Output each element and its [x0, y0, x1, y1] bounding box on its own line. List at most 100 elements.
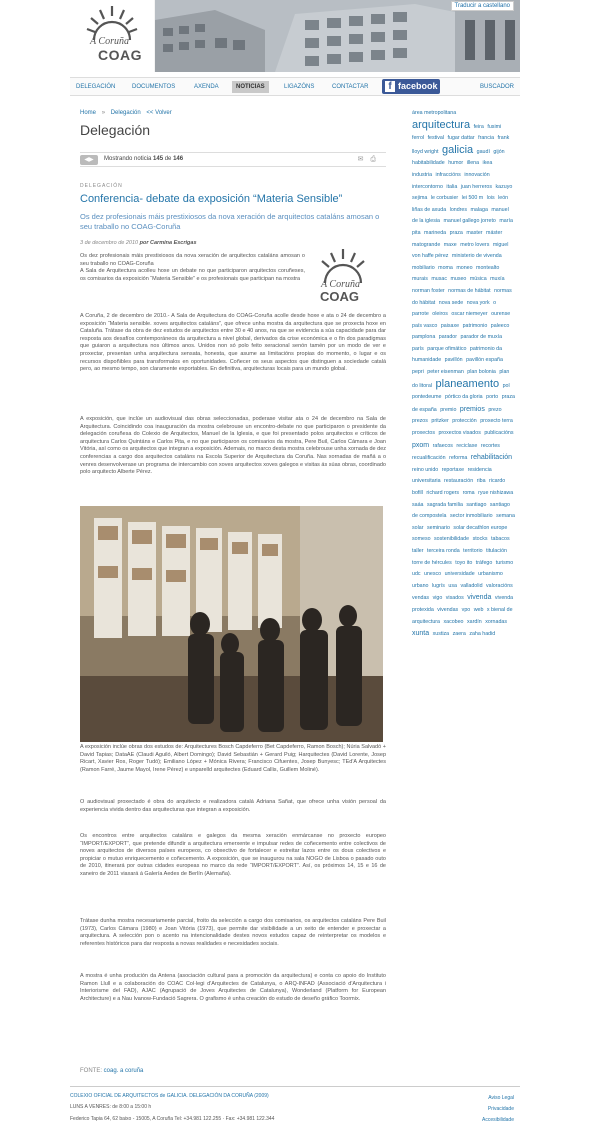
tag-link[interactable]: saáa	[412, 502, 424, 508]
tag-link[interactable]: norman foster	[412, 288, 445, 294]
tag-link[interactable]: moma	[438, 265, 453, 271]
tag-link[interactable]: seminario	[427, 525, 450, 531]
tag-link[interactable]: recortes	[481, 443, 500, 449]
tag-link[interactable]: lois	[487, 195, 495, 201]
tag-link[interactable]: prezos	[412, 418, 428, 424]
tag-link[interactable]: oleiros	[432, 311, 448, 317]
footer-org[interactable]: COLEXIO OFICIAL DE ARQUITECTOS de GALICI…	[70, 1093, 520, 1099]
tag-link[interactable]: territorio	[463, 548, 482, 554]
tag-link[interactable]: país vasco	[412, 323, 437, 329]
tag-link[interactable]: vpo	[462, 607, 471, 613]
tag-link[interactable]: roma	[463, 490, 475, 496]
tag-link[interactable]: feira	[474, 124, 484, 130]
tag-link[interactable]: universidade	[445, 571, 475, 577]
breadcrumb-current[interactable]: Delegación	[111, 110, 141, 116]
tag-link[interactable]: tráfego	[476, 560, 493, 566]
tag-link[interactable]: galicia	[442, 144, 473, 156]
nav-ligazons[interactable]: LIGAZÓNS	[284, 81, 314, 93]
tag-link[interactable]: xacobeo	[443, 619, 463, 625]
tag-link[interactable]: humor	[448, 160, 463, 166]
print-icon[interactable]: ⎙	[370, 156, 376, 163]
tag-link[interactable]: ministerio de vivenda	[452, 253, 502, 259]
tag-link[interactable]: titulación	[486, 548, 507, 554]
tag-link[interactable]: zaha hadid	[469, 631, 495, 637]
tag-link[interactable]: riba	[477, 478, 486, 484]
nav-axenda[interactable]: AXENDA	[194, 81, 219, 93]
tag-link[interactable]: parador	[439, 334, 457, 340]
tag-link[interactable]: oscar niemeyer	[451, 311, 487, 317]
tag-link[interactable]: zaera	[453, 631, 466, 637]
translate-link[interactable]: Traducir a castellano	[450, 1, 514, 11]
tag-link[interactable]: pritzker	[431, 418, 448, 424]
tag-link[interactable]: ourense	[491, 311, 510, 317]
tag-link[interactable]: habitabilidade	[412, 160, 445, 166]
tag-link[interactable]: santiago	[466, 502, 486, 508]
tag-link[interactable]: torre de hércules	[412, 560, 452, 566]
tag-link[interactable]: valladolid	[460, 583, 482, 589]
tag-link[interactable]: metro lovers	[460, 242, 489, 248]
tag-link[interactable]: illena	[467, 160, 479, 166]
tag-link[interactable]: manuel gallego jorreto	[443, 218, 495, 224]
tag-link[interactable]: richard rogers	[426, 490, 459, 496]
tag-link[interactable]: porto	[486, 394, 498, 400]
tag-link[interactable]: sector inmobiliario	[450, 513, 493, 519]
tag-link[interactable]: italia	[446, 184, 457, 190]
tag-link[interactable]: valoracións	[486, 583, 513, 589]
tag-link[interactable]: nova sede	[439, 300, 463, 306]
tag-link[interactable]: urbano	[412, 583, 429, 589]
tag-link[interactable]: vivenda	[467, 594, 491, 601]
tag-link[interactable]: lugrís	[432, 583, 445, 589]
tag-link[interactable]: infraccións	[436, 172, 461, 178]
tag-link[interactable]: pontedeume	[412, 394, 441, 400]
tag-link[interactable]: udc	[412, 571, 421, 577]
tag-link[interactable]: innovación	[464, 172, 489, 178]
tag-link[interactable]: solar decathlon europe	[453, 525, 507, 531]
breadcrumb-home[interactable]: Home	[80, 110, 96, 116]
tag-link[interactable]: parque ofimático	[427, 346, 466, 352]
tag-link[interactable]: museo	[450, 276, 466, 282]
tag-link[interactable]: vendas	[412, 595, 429, 601]
tag-link[interactable]: moneo	[456, 265, 472, 271]
tag-link[interactable]: ryue nishizawa	[478, 490, 513, 496]
tag-link[interactable]: fusimi	[487, 124, 501, 130]
tag-link[interactable]: xustiza	[433, 631, 450, 637]
tag-link[interactable]: protección	[452, 418, 476, 424]
tag-link[interactable]: reforma	[449, 455, 467, 461]
tag-link[interactable]: máster	[486, 230, 502, 236]
tag-link[interactable]: xardín	[467, 619, 482, 625]
tag-link[interactable]: matogrande	[412, 242, 440, 248]
tag-link[interactable]: tabacos	[491, 536, 510, 542]
nav-delegacion[interactable]: DELEGACIÓN	[76, 81, 115, 93]
tag-link[interactable]: taller	[412, 548, 423, 554]
tag-link[interactable]: stocks	[473, 536, 488, 542]
tag-link[interactable]: unesco	[424, 571, 441, 577]
tag-link[interactable]: reciclaxe	[456, 443, 477, 449]
tag-link[interactable]: francia	[478, 135, 494, 141]
nav-buscador[interactable]: BUSCADOR	[480, 81, 514, 93]
tag-link[interactable]: toyo ito	[455, 560, 472, 566]
tag-link[interactable]: paisaxe	[441, 323, 459, 329]
tag-link[interactable]: nova york	[467, 300, 490, 306]
tag-link[interactable]: restauración	[444, 478, 473, 484]
footer-link-privacy[interactable]: Privacidade	[482, 1104, 514, 1115]
tag-link[interactable]: gaudí	[477, 149, 490, 155]
tag-link[interactable]: xornadas	[485, 619, 507, 625]
tag-link[interactable]: pxom	[412, 442, 429, 449]
tag-link[interactable]: pol	[503, 383, 510, 389]
tag-link[interactable]: pórtico da gloria	[445, 394, 483, 400]
tag-link[interactable]: proxectos	[412, 430, 435, 436]
tag-link[interactable]: planeamento	[436, 378, 500, 390]
tag-link[interactable]: intercontorno	[412, 184, 443, 190]
tag-link[interactable]: musac	[431, 276, 447, 282]
tag-link[interactable]: recualificación	[412, 455, 446, 461]
tag-link[interactable]: terceira ronda	[427, 548, 460, 554]
tag-link[interactable]: rafaecos	[433, 443, 453, 449]
tag-link[interactable]: vigo	[433, 595, 443, 601]
tag-link[interactable]: marineda	[424, 230, 446, 236]
tag-link[interactable]: rehabilitación	[471, 454, 512, 461]
tag-link[interactable]: ikea	[483, 160, 493, 166]
nav-documentos[interactable]: DOCUMENTOS	[132, 81, 175, 93]
tag-link[interactable]: industria	[412, 172, 432, 178]
tag-link[interactable]: premio	[440, 407, 456, 413]
back-link[interactable]: << Volver	[146, 110, 171, 116]
